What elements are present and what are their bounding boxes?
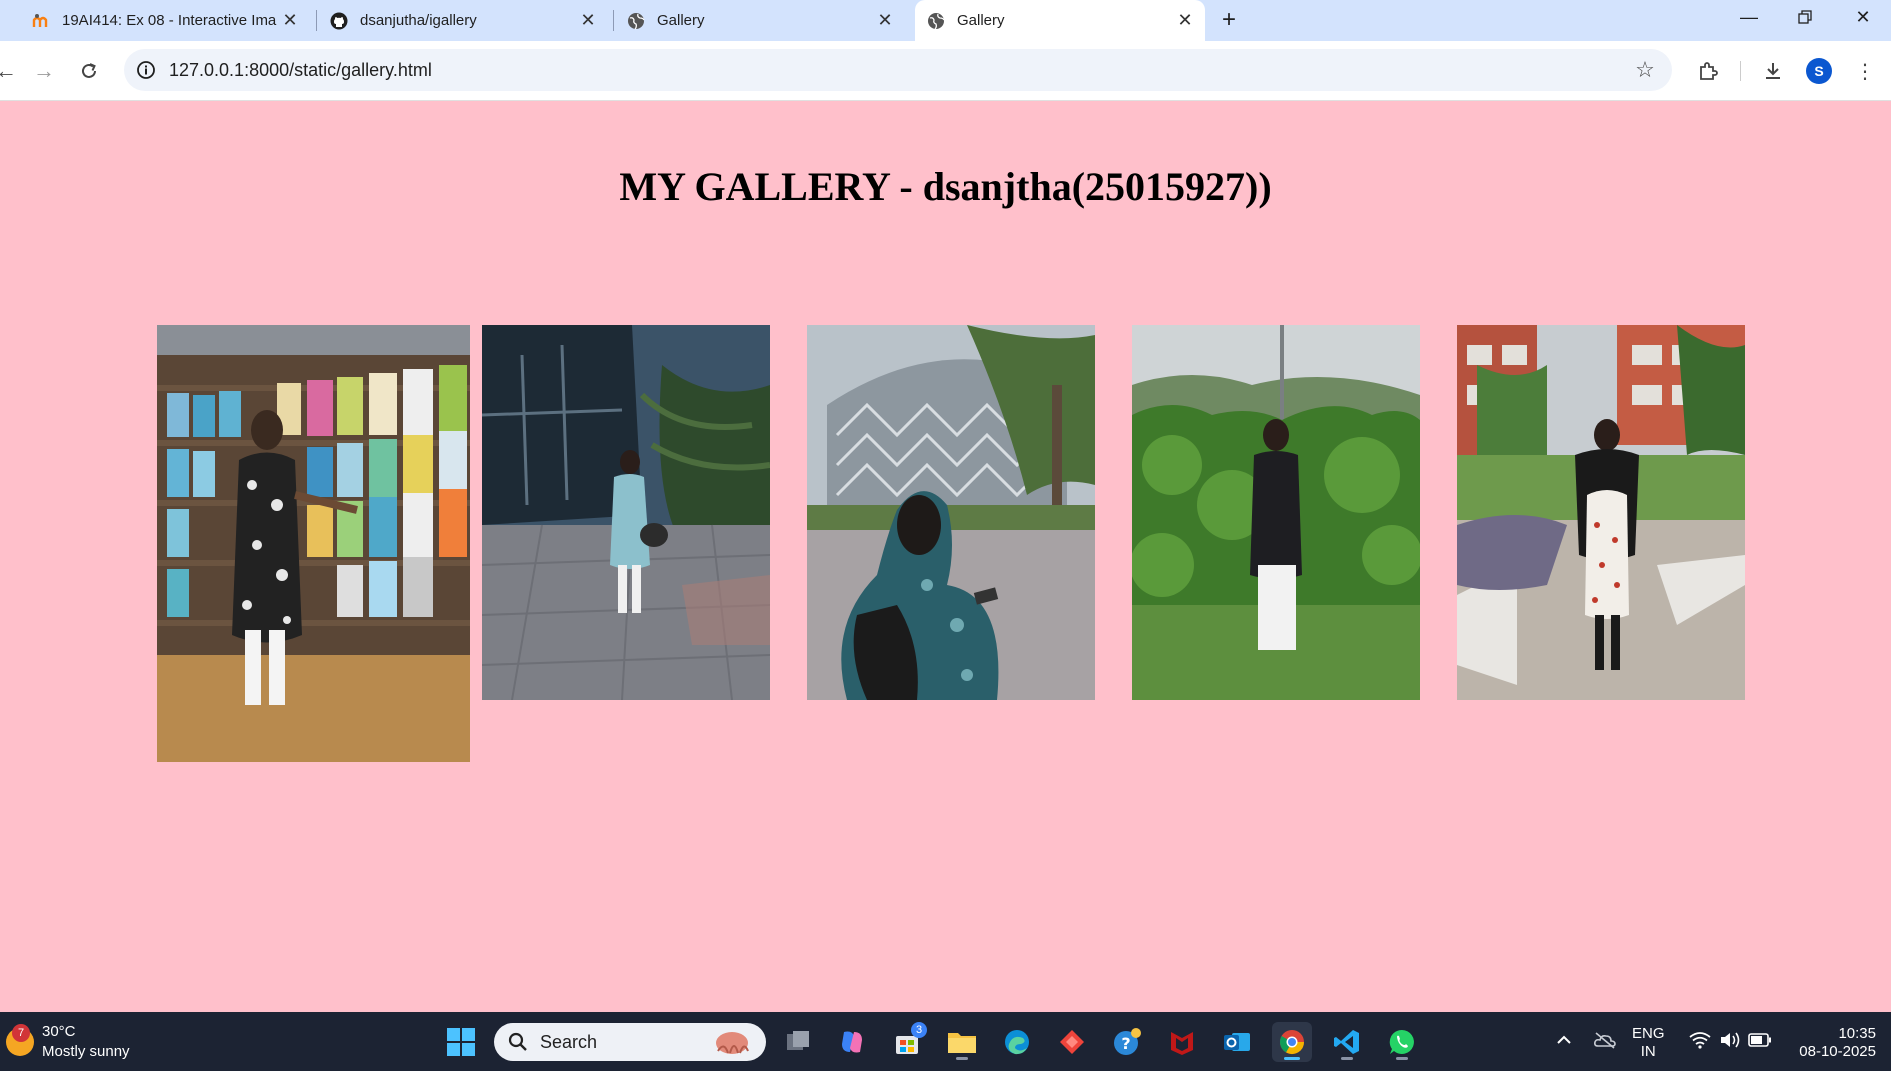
copilot-icon[interactable] <box>832 1022 872 1062</box>
tab-separator <box>316 10 317 31</box>
close-icon[interactable]: ✕ <box>873 9 897 33</box>
photo-campus-building[interactable] <box>807 325 1095 700</box>
toolbar-divider <box>1740 61 1741 81</box>
restore-icon <box>1798 10 1812 24</box>
photo-courtyard[interactable] <box>1457 325 1745 700</box>
mcafee-icon[interactable] <box>1162 1022 1202 1062</box>
tab-title: 19AI414: Ex 08 - Interactive Ima <box>62 12 277 29</box>
photo-bookstore[interactable] <box>157 325 470 762</box>
globe-icon <box>627 12 645 30</box>
new-tab-button[interactable]: + <box>1213 4 1245 36</box>
tab-gallery-active[interactable]: Gallery ✕ <box>915 0 1205 41</box>
close-window-button[interactable]: ✕ <box>1835 0 1891 34</box>
file-explorer-icon[interactable] <box>942 1022 982 1062</box>
show-hidden-icons-chevron-icon[interactable] <box>1552 1020 1576 1060</box>
weather-widget[interactable]: 7 30°C Mostly sunny <box>6 1022 130 1062</box>
tab-github[interactable]: dsanjutha/igallery ✕ <box>318 0 608 41</box>
tab-title: dsanjutha/igallery <box>360 12 477 29</box>
whatsapp-icon[interactable] <box>1382 1022 1422 1062</box>
edge-icon[interactable] <box>997 1022 1037 1062</box>
back-button[interactable]: ← <box>0 53 24 89</box>
tab-gallery-1[interactable]: Gallery ✕ <box>615 0 905 41</box>
system-clock[interactable]: 10:35 08-10-2025 <box>1786 1025 1876 1061</box>
running-indicator <box>1396 1057 1408 1060</box>
profile-avatar[interactable]: S <box>1806 58 1832 84</box>
volume-icon[interactable] <box>1716 1020 1744 1060</box>
search-highlight-icon <box>710 1027 754 1057</box>
close-icon[interactable]: ✕ <box>1173 9 1197 33</box>
menu-kebab-icon[interactable]: ⋮ <box>1848 54 1882 88</box>
region-code: IN <box>1640 1043 1656 1060</box>
battery-icon[interactable] <box>1746 1020 1774 1060</box>
browser-toolbar: ← → 127.0.0.1:8000/static/gallery.html ☆… <box>0 41 1891 101</box>
active-indicator <box>1284 1057 1300 1060</box>
tab-title: Gallery <box>957 12 1005 29</box>
language-code: ENG <box>1632 1025 1665 1042</box>
download-icon[interactable] <box>1756 54 1790 88</box>
gallery-page: MY GALLERY - dsanjtha(25015927)) <box>0 101 1891 1012</box>
outlook-icon[interactable] <box>1217 1022 1257 1062</box>
tab-moodle[interactable]: 19AI414: Ex 08 - Interactive Ima ✕ <box>20 0 310 41</box>
page-title: MY GALLERY - dsanjtha(25015927)) <box>619 164 1272 209</box>
clock-time: 10:35 <box>1838 1025 1876 1042</box>
minimize-button[interactable]: — <box>1721 0 1777 34</box>
weather-sun-icon: 7 <box>6 1024 34 1056</box>
photo-garden-bushes[interactable] <box>1132 325 1420 700</box>
windows-icon <box>447 1028 475 1056</box>
close-icon[interactable]: ✕ <box>576 9 600 33</box>
tab-separator <box>613 10 614 31</box>
running-indicator <box>956 1057 968 1060</box>
tab-title: Gallery <box>657 12 705 29</box>
close-icon[interactable]: ✕ <box>278 9 302 33</box>
search-placeholder: Search <box>540 1031 598 1052</box>
help-icon[interactable]: ? <box>1107 1022 1147 1062</box>
language-indicator[interactable]: ENG IN <box>1632 1025 1665 1061</box>
wifi-icon[interactable] <box>1686 1020 1714 1060</box>
weather-condition: Mostly sunny <box>42 1043 130 1060</box>
reload-button[interactable] <box>71 53 107 89</box>
bookmark-star-icon[interactable]: ☆ <box>1632 57 1658 83</box>
reload-icon <box>82 63 96 78</box>
running-indicator <box>1341 1057 1353 1060</box>
url-text: 127.0.0.1:8000/static/gallery.html <box>169 60 432 80</box>
weather-temp: 30°C <box>42 1023 76 1040</box>
task-view-icon[interactable] <box>778 1022 818 1062</box>
taskbar-search[interactable]: Search <box>494 1023 766 1061</box>
svg-text:?: ? <box>1121 1034 1130 1053</box>
store-badge: 3 <box>911 1022 927 1038</box>
start-button[interactable] <box>441 1022 481 1062</box>
address-bar[interactable]: 127.0.0.1:8000/static/gallery.html ☆ <box>124 49 1672 91</box>
site-info-icon[interactable] <box>134 58 158 82</box>
clock-date: 08-10-2025 <box>1799 1043 1876 1060</box>
microsoft-store-icon[interactable]: 3 <box>887 1022 927 1062</box>
github-icon <box>330 12 348 30</box>
globe-icon <box>927 12 945 30</box>
forward-button[interactable]: → <box>26 53 62 89</box>
moodle-icon <box>32 12 50 30</box>
onedrive-offline-icon[interactable] <box>1590 1020 1620 1060</box>
extensions-icon[interactable] <box>1691 54 1725 88</box>
windows-taskbar: 7 30°C Mostly sunny Search 3 ? ENG IN 10… <box>0 1012 1891 1071</box>
vscode-icon[interactable] <box>1327 1022 1367 1062</box>
tab-strip: 19AI414: Ex 08 - Interactive Ima ✕ dsanj… <box>0 0 1891 41</box>
chrome-icon[interactable] <box>1272 1022 1312 1062</box>
photo-building-plants[interactable] <box>482 325 770 700</box>
notification-badge: 7 <box>12 1024 30 1042</box>
search-icon <box>506 1030 530 1054</box>
anydesk-icon[interactable] <box>1052 1022 1092 1062</box>
restore-button[interactable] <box>1777 0 1833 34</box>
